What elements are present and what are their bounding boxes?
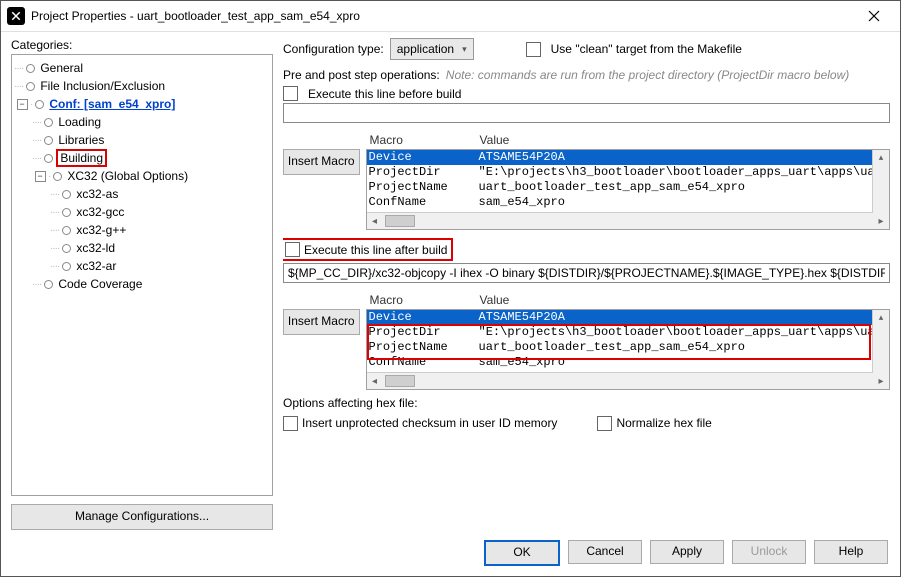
use-clean-label: Use "clean" target from the Makefile	[551, 42, 742, 56]
cancel-button[interactable]: Cancel	[568, 540, 642, 564]
categories-label: Categories:	[11, 38, 273, 52]
macro-table-after[interactable]: DeviceATSAME54P20A ProjectDir"E:\project…	[366, 309, 890, 390]
pre-post-hint: Note: commands are run from the project …	[446, 68, 849, 82]
execute-before-label: Execute this line before build	[308, 87, 461, 101]
vertical-scrollbar[interactable]: ▴	[872, 150, 889, 213]
close-button[interactable]	[854, 1, 894, 31]
dialog-button-bar: OK Cancel Apply Unlock Help	[1, 530, 900, 576]
table-row: DeviceATSAME54P20A	[367, 150, 889, 165]
project-properties-dialog: Project Properties - uart_bootloader_tes…	[0, 0, 901, 577]
tree-item-conf[interactable]: Conf: [sam_e54_xpro]	[49, 97, 175, 111]
horizontal-scrollbar[interactable]: ◂▸	[367, 212, 889, 229]
tree-item-xc32-gpp[interactable]: xc32-g++	[76, 223, 126, 237]
chevron-down-icon: ▾	[462, 44, 467, 55]
vertical-scrollbar[interactable]: ▴	[872, 310, 889, 373]
unlock-button: Unlock	[732, 540, 806, 564]
insert-checksum-checkbox[interactable]	[283, 416, 298, 431]
table-row: ProjectDir"E:\projects\h3_bootloader\boo…	[367, 165, 889, 180]
tree-collapse-icon[interactable]: −	[14, 96, 30, 112]
use-clean-checkbox[interactable]	[526, 42, 541, 57]
close-icon	[868, 10, 880, 22]
insert-macro-after-button[interactable]: Insert Macro	[283, 309, 360, 335]
table-row: ConfNamesam_e54_xpro	[367, 355, 889, 370]
insert-checksum-label: Insert unprotected checksum in user ID m…	[302, 416, 557, 430]
pre-post-label: Pre and post step operations:	[283, 68, 440, 82]
tree-item-libraries[interactable]: Libraries	[58, 133, 104, 147]
table-row: ConfNamesam_e54_xpro	[367, 195, 889, 210]
execute-before-input[interactable]	[283, 103, 890, 123]
tree-item-xc32-ar[interactable]: xc32-ar	[76, 259, 116, 273]
table-row: DeviceATSAME54P20A	[367, 310, 889, 325]
macro-table-header: MacroValue	[366, 131, 890, 149]
table-row: ProjectNameuart_bootloader_test_app_sam_…	[367, 340, 889, 355]
hex-options-label: Options affecting hex file:	[283, 396, 890, 410]
tree-item-xc32-as[interactable]: xc32-as	[76, 187, 118, 201]
help-button[interactable]: Help	[814, 540, 888, 564]
tree-item-loading[interactable]: Loading	[58, 115, 101, 129]
table-row: ProjectNameuart_bootloader_test_app_sam_…	[367, 180, 889, 195]
tree-item-file-inclusion[interactable]: File Inclusion/Exclusion	[40, 79, 165, 93]
execute-after-label: Execute this line after build	[304, 243, 447, 257]
macro-table-before[interactable]: DeviceATSAME54P20A ProjectDir"E:\project…	[366, 149, 890, 230]
ok-button[interactable]: OK	[484, 540, 560, 566]
tree-item-building[interactable]: Building	[56, 149, 107, 167]
categories-tree[interactable]: ····General ····File Inclusion/Exclusion…	[11, 54, 273, 496]
execute-after-input[interactable]	[283, 263, 890, 283]
normalize-hex-checkbox[interactable]	[597, 416, 612, 431]
normalize-hex-label: Normalize hex file	[616, 416, 711, 430]
execute-after-checkbox[interactable]	[285, 242, 300, 257]
tree-collapse-icon[interactable]: −	[32, 168, 48, 184]
tree-item-xc32-gcc[interactable]: xc32-gcc	[76, 205, 124, 219]
configuration-type-label: Configuration type:	[283, 42, 384, 56]
tree-item-xc32-ld[interactable]: xc32-ld	[76, 241, 115, 255]
horizontal-scrollbar[interactable]: ◂▸	[367, 372, 889, 389]
macro-table-header: MacroValue	[366, 291, 890, 309]
apply-button[interactable]: Apply	[650, 540, 724, 564]
configuration-type-dropdown[interactable]: application ▾	[390, 38, 474, 60]
manage-configurations-button[interactable]: Manage Configurations...	[11, 504, 273, 530]
tree-item-xc32[interactable]: XC32 (Global Options)	[67, 169, 188, 183]
titlebar: Project Properties - uart_bootloader_tes…	[1, 1, 900, 32]
table-row: ProjectDir"E:\projects\h3_bootloader\boo…	[367, 325, 889, 340]
app-icon	[7, 7, 25, 25]
insert-macro-before-button[interactable]: Insert Macro	[283, 149, 360, 175]
execute-before-checkbox[interactable]	[283, 86, 298, 101]
tree-item-general[interactable]: General	[40, 61, 83, 75]
window-title: Project Properties - uart_bootloader_tes…	[31, 9, 854, 23]
tree-item-code-coverage[interactable]: Code Coverage	[58, 277, 142, 291]
